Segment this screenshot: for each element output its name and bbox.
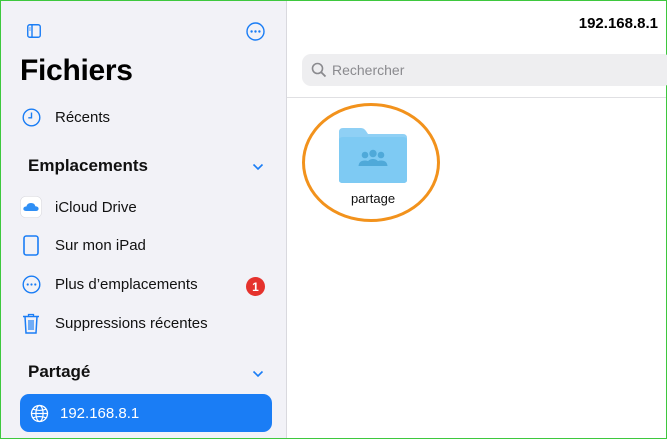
sidebar-item-server[interactable]: 192.168.8.1 bbox=[20, 394, 272, 432]
sidebar-item-icloud-drive[interactable]: iCloud Drive bbox=[20, 192, 137, 222]
sidebar-item-label: Récents bbox=[55, 108, 111, 126]
page-title: 192.168.8.1 bbox=[578, 15, 658, 32]
sidebar-item-label: Sur mon iPad bbox=[55, 236, 146, 254]
sidebar-item-on-my-ipad[interactable]: Sur mon iPad bbox=[20, 230, 146, 260]
divider bbox=[287, 97, 666, 98]
sidebar-item-recents[interactable]: Récents bbox=[20, 102, 110, 132]
sidebar-toggle-icon[interactable] bbox=[27, 24, 41, 38]
notification-badge: 1 bbox=[246, 277, 265, 296]
section-header-shared[interactable]: Partagé bbox=[28, 362, 90, 382]
highlight-annotation-circle bbox=[302, 103, 440, 222]
sidebar: Fichiers Récents Emplacements iCloud Dri… bbox=[1, 1, 287, 438]
sidebar-item-label: Plus d’emplacements bbox=[55, 275, 198, 293]
main-content: 192.168.8.1 Rechercher partage bbox=[287, 1, 667, 438]
icloud-icon bbox=[20, 196, 42, 218]
sidebar-item-recently-deleted[interactable]: Suppressions récentes bbox=[20, 308, 208, 338]
network-globe-icon bbox=[28, 402, 50, 424]
trash-icon bbox=[20, 312, 42, 334]
search-icon bbox=[311, 62, 327, 78]
ipad-icon bbox=[20, 234, 42, 256]
search-field[interactable]: Rechercher bbox=[302, 54, 667, 86]
chevron-down-icon[interactable] bbox=[252, 370, 264, 378]
search-placeholder: Rechercher bbox=[332, 62, 405, 78]
ellipsis-circle-icon bbox=[20, 273, 42, 295]
more-options-icon[interactable] bbox=[246, 22, 265, 41]
sidebar-item-label: 192.168.8.1 bbox=[60, 404, 140, 422]
sidebar-item-label: Suppressions récentes bbox=[55, 314, 208, 332]
sidebar-title: Fichiers bbox=[20, 54, 133, 87]
chevron-down-icon[interactable] bbox=[252, 163, 264, 171]
sidebar-item-label: iCloud Drive bbox=[55, 198, 137, 216]
sidebar-item-more-locations[interactable]: Plus d’emplacements bbox=[20, 269, 198, 299]
clock-icon bbox=[20, 106, 42, 128]
section-header-locations[interactable]: Emplacements bbox=[28, 156, 148, 176]
